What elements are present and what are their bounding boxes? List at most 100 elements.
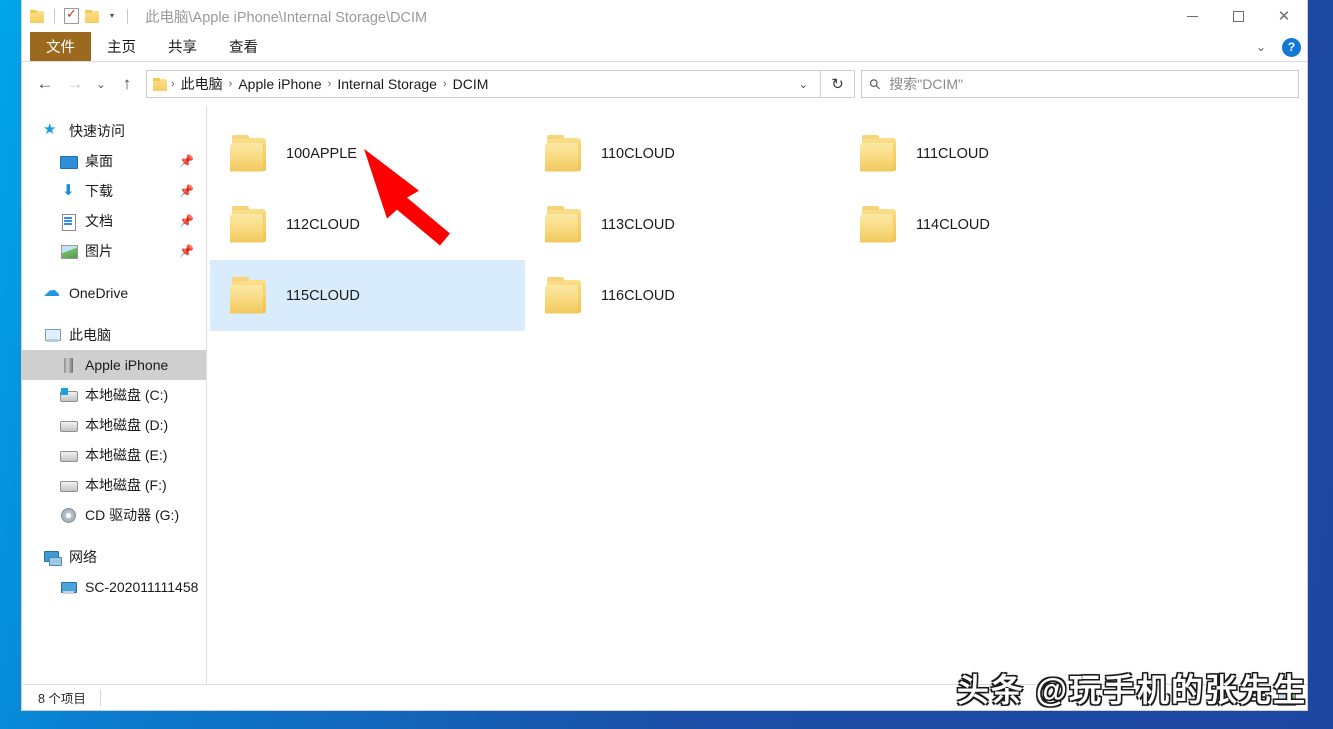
search-icon: ⚲ — [865, 74, 885, 93]
sidebar-label-network: 网络 — [69, 549, 97, 565]
address-bar[interactable]: › 此电脑 › Apple iPhone › Internal Storage … — [146, 70, 821, 98]
address-folder-icon — [153, 77, 168, 91]
tab-file[interactable]: 文件 — [30, 32, 91, 61]
file-item-115cloud[interactable]: 115CLOUD — [210, 260, 525, 331]
sidebar-label-drive-d: 本地磁盘 (D:) — [85, 417, 169, 433]
drive-icon-f — [60, 477, 78, 494]
sidebar-item-drive-e[interactable]: 本地磁盘 (E:) — [22, 440, 206, 470]
chevron-down-icon[interactable]: ▾ — [106, 6, 118, 26]
pin-icon-downloads[interactable]: 📌 — [179, 184, 194, 198]
breadcrumb: › 此电脑 › Apple iPhone › Internal Storage … — [170, 72, 791, 96]
file-item-111cloud[interactable]: 111CLOUD — [840, 118, 1155, 189]
file-item-114cloud[interactable]: 114CLOUD — [840, 189, 1155, 260]
tab-home[interactable]: 主页 — [91, 32, 152, 61]
sidebar-item-network[interactable]: 网络 — [22, 542, 206, 572]
status-bar: 8 个项目 — [22, 684, 1307, 710]
breadcrumb-item-dcim[interactable]: DCIM — [448, 74, 494, 94]
maximize-button[interactable] — [1215, 0, 1261, 32]
sidebar-item-downloads[interactable]: 下载 📌 — [22, 176, 206, 206]
sidebar-item-drive-d[interactable]: 本地磁盘 (D:) — [22, 410, 206, 440]
toolbar-divider — [54, 8, 55, 24]
search-input[interactable]: 搜索"DCIM" — [889, 74, 963, 94]
sidebar-item-drive-f[interactable]: 本地磁盘 (F:) — [22, 470, 206, 500]
sidebar-label-pictures: 图片 — [85, 243, 113, 259]
file-item-116cloud[interactable]: 116CLOUD — [525, 260, 840, 331]
tab-share[interactable]: 共享 — [152, 32, 213, 61]
file-name-label: 116CLOUD — [601, 287, 675, 304]
breadcrumb-item-internal-storage[interactable]: Internal Storage — [332, 74, 442, 94]
file-item-113cloud[interactable]: 113CLOUD — [525, 189, 840, 260]
sidebar-item-this-pc[interactable]: 此电脑 — [22, 320, 206, 350]
breadcrumb-item-this-pc[interactable]: 此电脑 — [176, 72, 228, 96]
pictures-icon — [60, 243, 78, 260]
sidebar-item-cd-drive[interactable]: CD 驱动器 (G:) — [22, 500, 206, 530]
forward-button[interactable]: → — [60, 69, 90, 99]
help-button[interactable]: ? — [1282, 37, 1301, 57]
tab-view[interactable]: 查看 — [213, 32, 274, 61]
sidebar-item-apple-iphone[interactable]: Apple iPhone — [22, 350, 206, 380]
file-item-110cloud[interactable]: 110CLOUD — [525, 118, 840, 189]
file-name-label: 114CLOUD — [916, 216, 990, 233]
phone-icon — [60, 357, 77, 374]
sidebar-item-documents[interactable]: 文档 📌 — [22, 206, 206, 236]
details-view-icon[interactable] — [1247, 688, 1269, 708]
sidebar-item-onedrive[interactable]: OneDrive — [22, 278, 206, 308]
address-dropdown-chevron-icon[interactable]: ⌄ — [791, 78, 816, 91]
sidebar-item-drive-c[interactable]: 本地磁盘 (C:) — [22, 380, 206, 410]
file-name-label: 115CLOUD — [286, 287, 360, 304]
close-button[interactable]: ✕ — [1261, 0, 1307, 32]
sidebar-label-documents: 文档 — [85, 213, 113, 229]
breadcrumb-item-apple-iphone[interactable]: Apple iPhone — [233, 74, 326, 94]
sidebar-item-network-pc[interactable]: SC-202011111458 — [22, 572, 206, 602]
file-name-label: 111CLOUD — [916, 145, 989, 162]
folder-icon — [858, 205, 902, 244]
up-button[interactable]: ↑ — [112, 69, 142, 99]
toolbar-divider-2 — [127, 8, 128, 24]
file-name-label: 112CLOUD — [286, 216, 360, 233]
status-divider — [99, 689, 101, 706]
file-item-100apple[interactable]: 100APPLE — [210, 118, 525, 189]
file-item-112cloud[interactable]: 112CLOUD — [210, 189, 525, 260]
pin-icon-documents[interactable]: 📌 — [179, 214, 194, 228]
address-bar-row: ← → ⌄ ↑ › 此电脑 › Apple iPhone › Internal … — [22, 62, 1307, 106]
pin-icon-desktop[interactable]: 📌 — [179, 154, 194, 168]
title-bar: ▾ 此电脑\Apple iPhone\Internal Storage\DCIM… — [22, 0, 1307, 32]
view-mode-buttons — [1247, 688, 1297, 708]
sidebar-label-drive-e: 本地磁盘 (E:) — [85, 447, 168, 463]
network-pc-icon — [60, 579, 77, 596]
sidebar-item-pictures[interactable]: 图片 📌 — [22, 236, 206, 266]
sidebar-label-this-pc: 此电脑 — [69, 327, 111, 343]
folder-icon — [228, 276, 272, 315]
window-body: 快速访问 桌面 📌 下载 📌 文档 📌 图片 📌 — [22, 106, 1307, 684]
sidebar-label-desktop: 桌面 — [85, 153, 113, 169]
minimize-button[interactable] — [1169, 0, 1215, 32]
recent-locations-button[interactable]: ⌄ — [90, 69, 112, 99]
navigation-pane[interactable]: 快速访问 桌面 📌 下载 📌 文档 📌 图片 📌 — [22, 106, 207, 684]
system-drive-icon — [60, 387, 78, 404]
folder-icon — [543, 205, 587, 244]
documents-icon — [60, 213, 77, 231]
back-button[interactable]: ← — [30, 69, 60, 99]
folder-icon — [858, 134, 902, 173]
file-list-pane[interactable]: 100APPLE 110CLOUD 111CLOUD 112CLOUD 113C… — [207, 106, 1307, 684]
folder-icon — [543, 134, 587, 173]
thumbnail-view-icon[interactable] — [1275, 688, 1297, 708]
search-box[interactable]: ⚲ 搜索"DCIM" — [861, 70, 1299, 98]
new-folder-icon[interactable] — [85, 9, 100, 23]
sidebar-item-desktop[interactable]: 桌面 📌 — [22, 146, 206, 176]
window-title-path: 此电脑\Apple iPhone\Internal Storage\DCIM — [145, 9, 428, 26]
sidebar-label-apple-iphone: Apple iPhone — [85, 357, 169, 373]
properties-checkbox-icon[interactable] — [64, 6, 79, 24]
refresh-button[interactable]: ↻ — [821, 70, 855, 98]
expand-ribbon-chevron-icon[interactable]: ⌄ — [1250, 40, 1272, 54]
folder-icon — [228, 134, 272, 173]
pin-icon-pictures[interactable]: 📌 — [179, 244, 194, 258]
drive-icon-d — [60, 417, 78, 434]
folder-icon — [228, 205, 272, 244]
sidebar-item-quick-access[interactable]: 快速访问 — [22, 116, 206, 146]
file-explorer-window: ▾ 此电脑\Apple iPhone\Internal Storage\DCIM… — [22, 0, 1307, 710]
ribbon-right-controls: ⌄ ? — [1250, 32, 1301, 62]
folder-icon[interactable] — [30, 9, 45, 23]
